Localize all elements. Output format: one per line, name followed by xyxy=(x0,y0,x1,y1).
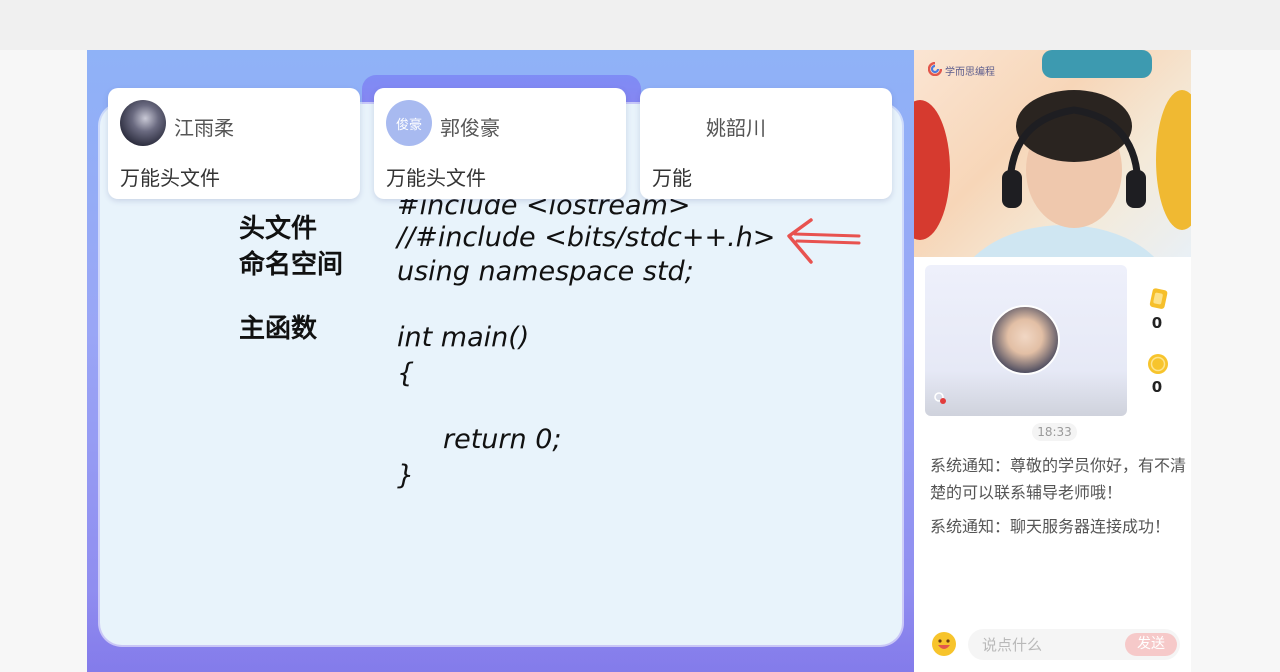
video-backdrop xyxy=(914,50,1191,257)
student-card-1[interactable]: 江雨柔 万能头文件 xyxy=(108,88,360,199)
student-answer: 万能 xyxy=(652,166,692,190)
coin-count: 0 xyxy=(1151,378,1163,396)
student-name: 姚韶川 xyxy=(706,116,766,140)
side-panel: 学而思编程 0 0 18:33 系统通知：尊敬的学员你好，有不清楚的可以联系辅导… xyxy=(914,50,1191,672)
emoji-icon[interactable] xyxy=(931,631,957,657)
code-line: { xyxy=(397,358,415,389)
code-line: } xyxy=(397,460,415,491)
card-reward-icon xyxy=(1149,288,1168,309)
avatar xyxy=(652,100,698,146)
student-answer: 万能头文件 xyxy=(386,166,486,190)
avatar xyxy=(120,100,166,146)
label-header-file: 头文件 xyxy=(239,214,318,244)
system-message: 系统通知：尊敬的学员你好，有不清楚的可以联系辅导老师哦！ xyxy=(930,456,1187,502)
code-line: int main() xyxy=(397,322,530,353)
code-line: return 0; xyxy=(443,424,562,455)
label-main-function: 主函数 xyxy=(239,314,318,344)
avatar: 俊豪 xyxy=(386,100,432,146)
annotation-arrow-icon xyxy=(787,218,861,264)
self-avatar xyxy=(990,305,1060,375)
student-name: 江雨柔 xyxy=(174,116,234,140)
student-card-2[interactable]: 俊豪 郭俊豪 万能头文件 xyxy=(374,88,626,199)
label-namespace: 命名空间 xyxy=(239,250,344,280)
student-answer: 万能头文件 xyxy=(120,166,220,190)
teacher-video[interactable]: 学而思编程 xyxy=(914,50,1191,257)
code-line: //#include <bits/stdc++.h> xyxy=(397,222,776,253)
card-count: 0 xyxy=(1151,314,1163,332)
brand-logo-text: 学而思编程 xyxy=(945,67,995,78)
self-video[interactable] xyxy=(925,265,1127,416)
chat-input-row: 发送 xyxy=(914,622,1191,666)
mic-muted-icon[interactable] xyxy=(933,391,947,405)
system-message: 系统通知：聊天服务器连接成功！ xyxy=(930,517,1171,536)
student-name: 郭俊豪 xyxy=(440,116,500,140)
student-card-3[interactable]: 姚韶川 万能 xyxy=(640,88,892,199)
code-line: using namespace std; xyxy=(397,256,694,287)
top-bar xyxy=(0,0,1280,50)
brand-logo-icon xyxy=(928,62,942,76)
send-button[interactable]: 发送 xyxy=(1125,633,1177,656)
slide-stage: 头文件 命名空间 主函数 #include <iostream> //#incl… xyxy=(87,50,914,672)
coin-icon xyxy=(1148,354,1168,374)
chat-timestamp: 18:33 xyxy=(1032,423,1077,441)
